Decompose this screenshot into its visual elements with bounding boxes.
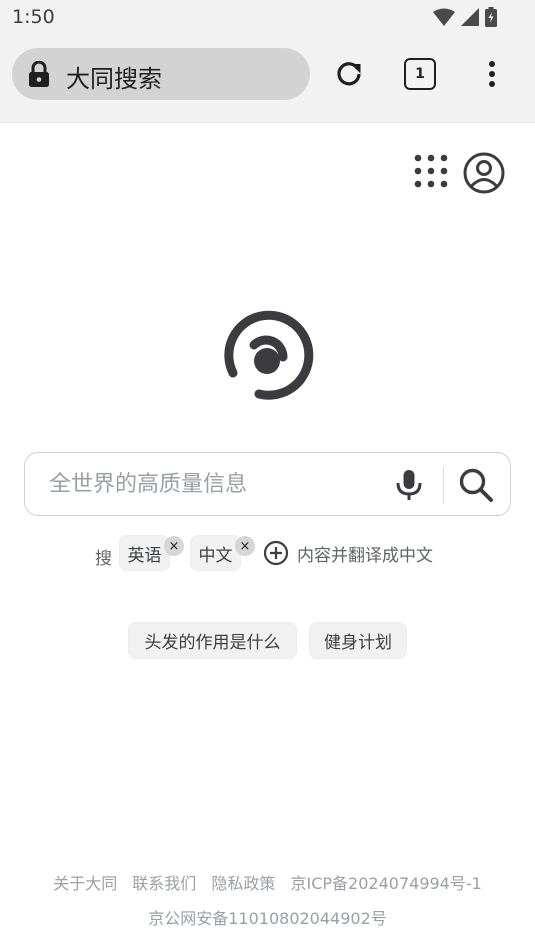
remove-chinese-button[interactable]: × <box>235 536 255 556</box>
search-icon[interactable] <box>457 466 495 504</box>
browser-toolbar: 大同搜索 1 <box>0 38 535 123</box>
address-bar[interactable]: 大同搜索 <box>12 48 310 100</box>
datong-logo <box>224 310 314 400</box>
account-icon[interactable] <box>462 151 506 195</box>
lang-chip-english[interactable]: 英语 <box>119 535 170 571</box>
suggestion-chip[interactable]: 头发的作用是什么 <box>128 622 297 659</box>
wifi-icon <box>433 8 455 26</box>
microphone-icon[interactable] <box>391 467 427 503</box>
lang-chip-label: 中文 <box>198 545 233 566</box>
apps-grid-icon[interactable] <box>411 151 451 191</box>
footer-police-record[interactable]: 京公网安备11010802044902号 <box>148 909 387 928</box>
add-language-label: 内容并翻译成中文 <box>297 545 433 566</box>
footer-links: 关于大同 联系我们 隐私政策 京ICP备2024074994号-1 <box>0 870 535 894</box>
reload-icon <box>337 62 361 86</box>
reload-button[interactable] <box>325 50 373 98</box>
suggestion-label: 健身计划 <box>324 633 392 653</box>
language-row: 搜 英语 × 中文 × 内容并翻译成中文 <box>0 535 535 575</box>
lock-icon[interactable] <box>28 61 50 87</box>
tab-count: 1 <box>404 58 436 90</box>
remove-english-button[interactable]: × <box>164 536 184 556</box>
lang-chip-label: 英语 <box>127 545 162 566</box>
more-menu-button[interactable] <box>468 50 516 98</box>
footer-link-contact[interactable]: 联系我们 <box>132 874 196 893</box>
status-time: 1:50 <box>12 6 55 28</box>
footer-link-icp[interactable]: 京ICP备2024074994号-1 <box>291 874 482 893</box>
footer-link-about[interactable]: 关于大同 <box>53 874 117 893</box>
search-divider <box>443 466 444 504</box>
tab-switcher-button[interactable]: 1 <box>396 50 444 98</box>
url-text[interactable]: 大同搜索 <box>66 59 162 94</box>
more-vert-icon <box>489 61 495 87</box>
search-lang-label: 搜 <box>95 549 112 569</box>
search-box <box>24 452 511 516</box>
status-icons <box>433 6 497 28</box>
battery-icon <box>485 7 497 27</box>
search-input[interactable] <box>49 465 389 503</box>
suggestion-chip[interactable]: 健身计划 <box>309 622 407 659</box>
footer-link-privacy[interactable]: 隐私政策 <box>211 874 275 893</box>
status-bar: 1:50 <box>0 0 535 38</box>
add-circle-icon <box>263 540 289 566</box>
page-content: 搜 英语 × 中文 × 内容并翻译成中文 头发的作用是什么 健身计划 关于大同 … <box>0 123 535 951</box>
suggestion-label: 头发的作用是什么 <box>144 633 281 653</box>
footer-record: 京公网安备11010802044902号 <box>0 905 535 929</box>
signal-icon <box>461 8 479 26</box>
add-language-button[interactable]: 内容并翻译成中文 <box>263 540 433 566</box>
lang-chip-chinese[interactable]: 中文 <box>190 535 241 571</box>
